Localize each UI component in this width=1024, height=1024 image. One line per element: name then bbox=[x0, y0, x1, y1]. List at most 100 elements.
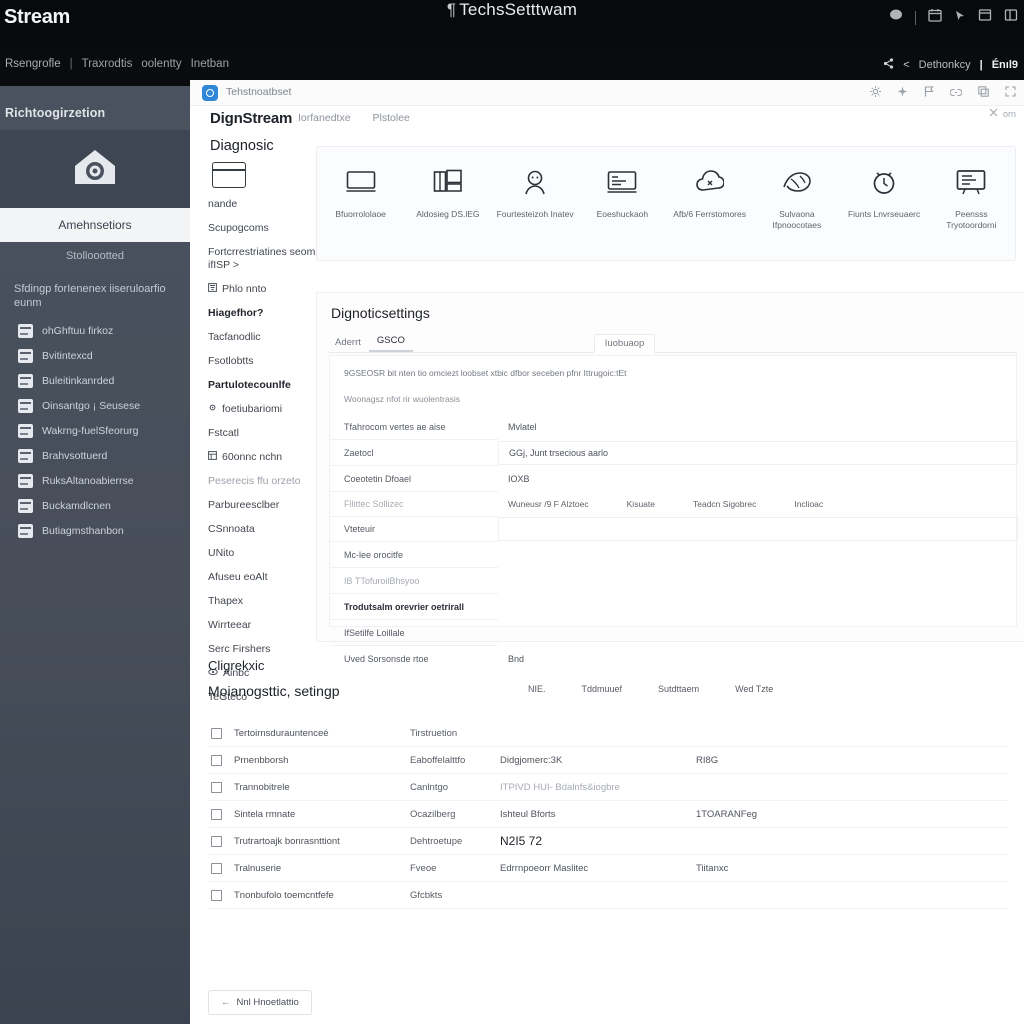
form-value[interactable]: IOXB bbox=[498, 466, 1018, 492]
back-chevron-icon[interactable]: < bbox=[903, 59, 909, 71]
grid-icon bbox=[18, 423, 33, 438]
toolbar-item-4[interactable]: Afb/6 Ferrstomores bbox=[666, 147, 753, 260]
inner-nav-link-0[interactable]: Iorfanedtxe bbox=[298, 112, 351, 124]
row-checkbox[interactable] bbox=[211, 835, 222, 847]
left-entry-18[interactable]: Serc Firshers bbox=[208, 643, 326, 656]
left-entry-7[interactable]: Partulotecounlfe bbox=[208, 379, 326, 392]
chat-icon[interactable] bbox=[889, 8, 903, 27]
form-value[interactable] bbox=[498, 620, 1018, 646]
left-entry-14[interactable]: UNito bbox=[208, 547, 326, 560]
pilcrow-icon: ¶ bbox=[446, 0, 457, 19]
toolbar-item-1[interactable]: Aldosieg DS.lEG bbox=[404, 147, 491, 260]
sidebar-item-7[interactable]: Buckamdlcnen bbox=[12, 493, 190, 518]
window-icon[interactable] bbox=[978, 8, 992, 27]
form-row-5: Mc-lee orocitfe bbox=[330, 542, 1018, 568]
left-entry-6[interactable]: Fsotlobtts bbox=[208, 355, 326, 368]
flag-icon[interactable] bbox=[924, 84, 934, 102]
table-row[interactable]: Prnenbborsh Eaboffelalttfo Didgjomerc:3K… bbox=[208, 747, 1008, 774]
sparkle-icon[interactable] bbox=[897, 84, 908, 102]
left-entry-12[interactable]: Parbureesclber bbox=[208, 499, 326, 512]
table-row[interactable]: Tnonbufolo toemcntfefe Gfcbkts bbox=[208, 882, 1008, 909]
form-value[interactable]: Mvlatel bbox=[498, 414, 1018, 440]
row-type: Ocazilberg bbox=[410, 808, 456, 820]
sidebar-item-1[interactable]: Bvitintexcd bbox=[12, 343, 190, 368]
left-entry-4[interactable]: Hiagefhor? bbox=[208, 307, 326, 320]
left-entry-label: Partulotecounlfe bbox=[208, 379, 291, 391]
calendar-icon[interactable] bbox=[928, 8, 942, 27]
table-row[interactable]: Trutrartoajk bonrasnttiont Dehtroetupe N… bbox=[208, 828, 1008, 855]
breadcrumb-item-3[interactable]: Inetban bbox=[191, 58, 229, 70]
panel-tab-1[interactable]: GSCO bbox=[368, 335, 413, 352]
sidebar-item-4[interactable]: Wakrng-fuelSfeorurg bbox=[12, 418, 190, 443]
back-button[interactable]: ← Nnl Hnoetlattio bbox=[208, 990, 312, 1015]
table-row[interactable]: Trannobitrele Canlntgo ITPIVD HUI- Bdaln… bbox=[208, 774, 1008, 801]
sidebar-item-3[interactable]: Oinsantgo ¡ Seusese bbox=[12, 393, 190, 418]
form-value-boxed[interactable] bbox=[498, 517, 1018, 541]
left-entry-13[interactable]: CSnnoata bbox=[208, 523, 326, 536]
form-label: Zaetocl bbox=[330, 440, 498, 466]
sidebar-item-2[interactable]: Buleitinkanrded bbox=[12, 368, 190, 393]
cursor-icon[interactable] bbox=[954, 9, 966, 27]
sidebar-item-8[interactable]: Butiagmsthanbon bbox=[12, 518, 190, 543]
row-checkbox[interactable] bbox=[211, 889, 222, 901]
sidebar-item-0[interactable]: ohGhftuu firkoz bbox=[12, 318, 190, 343]
breadcrumb-item-0[interactable]: Rsengrofle bbox=[5, 58, 61, 70]
left-entry-11[interactable]: Peserecis ffu orzeto bbox=[208, 475, 326, 488]
grid-icon[interactable] bbox=[1004, 8, 1018, 27]
toolbar-item-2[interactable]: Fourtesteizoh Inatev bbox=[492, 147, 579, 260]
sidebar-item-6[interactable]: RuksAltanoabierrse bbox=[12, 468, 190, 493]
row-value-a: Ishteul Bforts bbox=[500, 808, 556, 820]
panel-tab-0[interactable]: Aderrt bbox=[327, 337, 369, 352]
sidebar-item-label: Wakrng-fuelSfeorurg bbox=[42, 424, 139, 437]
left-entry-1[interactable]: Scupogcoms bbox=[208, 222, 326, 235]
inner-nav-link-1[interactable]: Plstolee bbox=[373, 112, 410, 124]
table-row[interactable]: Tertoirnsdurauntenceé Tirstruetion bbox=[208, 720, 1008, 747]
link-icon[interactable] bbox=[949, 84, 963, 102]
left-entry-3[interactable]: Phlo nnto bbox=[208, 283, 326, 296]
left-entry-label: Thapex bbox=[208, 595, 244, 607]
brightness-icon[interactable] bbox=[870, 84, 881, 102]
toolbar-item-5[interactable]: Sulvaona Ifpnoocotaes bbox=[753, 147, 840, 260]
breadcrumb-item-1[interactable]: Traxrodtis bbox=[82, 58, 133, 70]
row-checkbox[interactable] bbox=[211, 862, 222, 874]
form-row-6: IB TTofuroilBhsyoo bbox=[330, 568, 1018, 594]
sidebar-active-item[interactable]: Amehnsetiors bbox=[0, 208, 190, 242]
left-entry-0[interactable]: nande bbox=[208, 198, 326, 211]
row-checkbox[interactable] bbox=[211, 808, 222, 820]
row-checkbox[interactable] bbox=[211, 754, 222, 766]
form-value-boxed[interactable]: GGj, Junt trsecious aarlo bbox=[498, 441, 1018, 465]
close-icon[interactable] bbox=[989, 108, 998, 119]
form-value[interactable] bbox=[498, 542, 1018, 568]
screen-root: Stream ¶ TechsSetttwam Rsengrofle | Trax… bbox=[0, 0, 1024, 1024]
left-entry-8[interactable]: foetiubariomi bbox=[208, 403, 326, 416]
row-name: Trannobitrele bbox=[234, 781, 290, 793]
expand-icon[interactable] bbox=[1005, 84, 1016, 102]
table-row[interactable]: Sintela rmnate Ocazilberg Ishteul Bforts… bbox=[208, 801, 1008, 828]
left-entry-9[interactable]: Fstcatl bbox=[208, 427, 326, 440]
left-entry-17[interactable]: Wirrteear bbox=[208, 619, 326, 632]
form-value[interactable] bbox=[498, 568, 1018, 594]
left-entry-2[interactable]: Fortcrrestriatines seoml ifISP > bbox=[208, 246, 326, 272]
back-button-label: Nnl Hnoetlattio bbox=[236, 997, 299, 1008]
share-icon[interactable] bbox=[883, 58, 894, 72]
breadcrumb-item-2[interactable]: oolentty bbox=[141, 58, 181, 70]
left-entry-16[interactable]: Thapex bbox=[208, 595, 326, 608]
table-row[interactable]: Tralnuserie Fveoe Edrrnpoeorr Maslitec T… bbox=[208, 855, 1008, 882]
toolbar-item-7[interactable]: Peensss Tryotoordorni bbox=[928, 147, 1015, 260]
toolbar-item-6[interactable]: Fiunts Lnvrseuaerc bbox=[841, 147, 928, 260]
doc-icon bbox=[18, 473, 33, 488]
toolbar-item-3[interactable]: Eoeshuckaoh bbox=[579, 147, 666, 260]
row-checkbox[interactable] bbox=[211, 781, 222, 793]
left-entry-15[interactable]: Afuseu eoAlt bbox=[208, 571, 326, 584]
gear-icon bbox=[208, 403, 217, 416]
row-checkbox[interactable] bbox=[211, 727, 222, 739]
table-header-row: NIE. Tddmuuef Sutdttaem Wed Tzte bbox=[528, 684, 1008, 694]
panel-tab-2[interactable]: Iuobuaop bbox=[593, 334, 656, 353]
toolbar-item-label: Afb/6 Ferrstomores bbox=[673, 209, 746, 219]
left-entry-5[interactable]: Tacfanodlic bbox=[208, 331, 326, 344]
sidebar-item-5[interactable]: Brahvsottuerd bbox=[12, 443, 190, 468]
copy-icon[interactable] bbox=[978, 84, 989, 102]
form-value[interactable] bbox=[498, 594, 1018, 620]
toolbar-item-0[interactable]: Bfuorrololaoe bbox=[317, 147, 404, 260]
left-entry-10[interactable]: 60onnc nchn bbox=[208, 451, 326, 464]
